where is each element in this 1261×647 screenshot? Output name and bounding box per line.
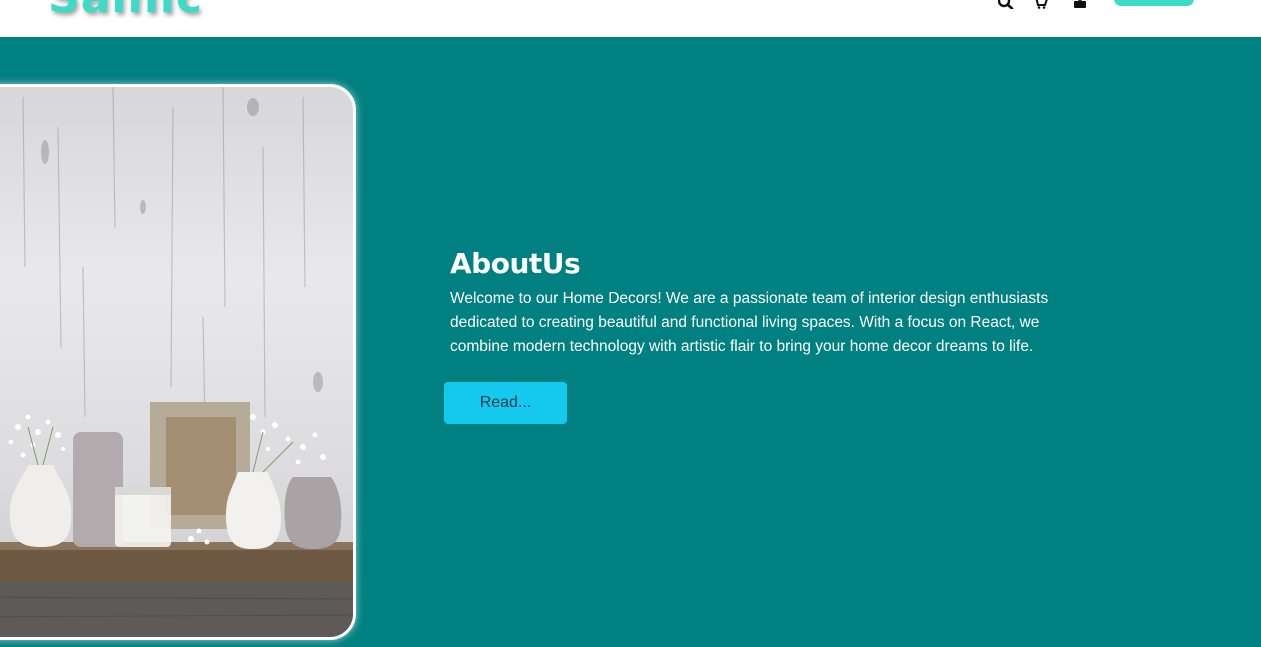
top-navbar: Salhic bbox=[0, 0, 1261, 37]
read-more-button[interactable]: Read... bbox=[444, 382, 567, 424]
nav-cta-button[interactable] bbox=[1114, 0, 1194, 6]
home-decor-image bbox=[0, 84, 356, 640]
about-heading: AboutUs bbox=[450, 247, 581, 280]
cart-icon[interactable] bbox=[1032, 0, 1048, 9]
nav-icon-group bbox=[997, 0, 1088, 10]
site-logo[interactable]: Salhic bbox=[48, 0, 203, 20]
about-content: AboutUs Welcome to our Home Decors! We a… bbox=[450, 247, 1090, 359]
search-icon[interactable] bbox=[997, 0, 1014, 10]
about-section: AboutUs Welcome to our Home Decors! We a… bbox=[0, 37, 1261, 647]
user-icon[interactable] bbox=[1072, 0, 1088, 8]
about-description: Welcome to our Home Decors! We are a pas… bbox=[450, 290, 1049, 355]
